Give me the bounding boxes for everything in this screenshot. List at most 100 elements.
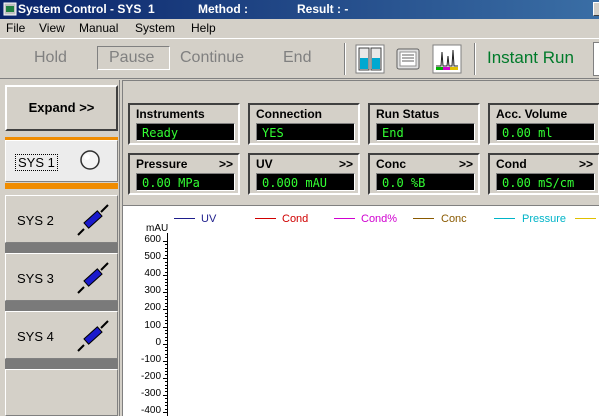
y-minor-tick	[165, 295, 167, 297]
end-button[interactable]: End	[283, 49, 311, 67]
y-minor-tick	[165, 319, 167, 321]
syringe-icon	[77, 320, 109, 352]
legend-line-cond-pct	[334, 218, 355, 219]
toolbar-separator	[474, 43, 476, 75]
system-row-sys3[interactable]: SYS 3	[5, 253, 118, 301]
y-tick-label: -300	[140, 387, 161, 399]
title-bar: System Control - SYS 1 Method : Result :…	[0, 0, 599, 19]
pressure-label: Pressure	[136, 157, 188, 171]
app-icon	[3, 2, 17, 16]
method-label: Method :	[198, 2, 248, 16]
y-minor-tick	[165, 336, 167, 338]
y-tick-label: 100	[144, 319, 161, 331]
empty-system-slot	[5, 369, 118, 416]
instant-run-button[interactable]: Instant Run	[487, 48, 574, 68]
y-minor-tick	[165, 370, 167, 372]
system-label: SYS 1	[15, 154, 58, 171]
window-control-button[interactable]	[593, 2, 599, 16]
uv-label: UV	[256, 157, 273, 171]
syringe-icon	[77, 262, 109, 294]
column-view-icon[interactable]	[355, 44, 385, 74]
y-tick-mark	[163, 343, 167, 345]
uv-expand-arrow[interactable]: >>	[339, 157, 353, 171]
result-label: Result : -	[297, 2, 349, 16]
y-tick-mark	[163, 292, 167, 294]
instruments-label: Instruments	[136, 107, 205, 121]
y-minor-tick	[165, 316, 167, 318]
y-tick-label: 200	[144, 302, 161, 314]
cond-label: Cond	[496, 157, 527, 171]
hold-button[interactable]: Hold	[34, 49, 67, 67]
legend-cond: Cond	[282, 213, 309, 225]
cond-status[interactable]: Cond >> 0.00 mS/cm	[488, 153, 599, 195]
conc-expand-arrow[interactable]: >>	[459, 157, 473, 171]
y-tick-label: -200	[140, 370, 161, 382]
acc-volume-value: 0.00 ml	[496, 123, 595, 141]
y-tick-label: 300	[144, 285, 161, 297]
y-minor-tick	[165, 244, 167, 246]
y-tick-mark	[163, 360, 167, 362]
y-tick-label: 600	[144, 234, 161, 245]
system-row-sys4[interactable]: SYS 4	[5, 311, 118, 359]
y-minor-tick	[165, 401, 167, 403]
pause-button[interactable]: Pause	[97, 46, 170, 70]
y-tick-mark	[163, 309, 167, 311]
connection-label: Connection	[256, 107, 322, 121]
pressure-expand-arrow[interactable]: >>	[219, 157, 233, 171]
legend-pressure: Pressure	[522, 213, 567, 225]
chromatogram-chart[interactable]: UV Cond Cond% Conc Pressure mAU 600 500 40…	[122, 205, 599, 416]
legend-line-conc	[413, 218, 434, 219]
y-minor-tick	[165, 347, 167, 349]
y-axis	[167, 233, 168, 416]
pressure-status[interactable]: Pressure >> 0.00 MPa	[128, 153, 240, 195]
divider	[5, 301, 118, 311]
window-title: System Control - SYS 1	[18, 2, 155, 16]
y-minor-tick	[165, 264, 167, 266]
system-row-sys2[interactable]: SYS 2	[5, 195, 118, 243]
chromatogram-icon[interactable]	[432, 44, 462, 74]
menu-help[interactable]: Help	[191, 21, 216, 35]
system-panel: Expand >> SYS 1 SYS 2 SYS 3 SYS 4	[0, 80, 120, 416]
y-tick-mark	[163, 377, 167, 379]
y-minor-tick	[165, 247, 167, 249]
y-minor-tick	[165, 367, 167, 369]
document-icon[interactable]	[393, 44, 423, 74]
cond-expand-arrow[interactable]: >>	[579, 157, 593, 171]
legend-line-pressure	[494, 218, 515, 219]
legend-conc: Conc	[441, 213, 467, 225]
system-row-sys1[interactable]: SYS 1	[5, 140, 118, 182]
conc-value: 0.0 %B	[376, 173, 475, 191]
menu-system[interactable]: System	[135, 21, 175, 35]
expand-button[interactable]: Expand >>	[5, 85, 118, 131]
y-tick-label: 0	[155, 336, 161, 348]
system-label: SYS 4	[17, 329, 54, 344]
menu-view[interactable]: View	[39, 21, 65, 35]
y-minor-tick	[165, 405, 167, 407]
y-minor-tick	[165, 251, 167, 253]
run-status-value: End	[376, 123, 475, 141]
system-label: SYS 2	[17, 213, 54, 228]
legend-cond-pct: Cond%	[361, 213, 398, 225]
y-minor-tick	[165, 268, 167, 270]
y-minor-tick	[165, 350, 167, 352]
cond-value: 0.00 mS/cm	[496, 173, 595, 191]
y-minor-tick	[165, 381, 167, 383]
y-minor-tick	[165, 254, 167, 256]
run-status-label: Run Status	[376, 107, 440, 121]
divider	[5, 359, 118, 369]
y-tick-label: -400	[140, 405, 161, 416]
continue-button[interactable]: Continue	[180, 49, 244, 67]
y-minor-tick	[165, 388, 167, 390]
conc-status[interactable]: Conc >> 0.0 %B	[368, 153, 480, 195]
legend-line-cond	[255, 218, 276, 219]
menu-manual[interactable]: Manual	[79, 21, 118, 35]
y-minor-tick	[165, 302, 167, 304]
uv-status[interactable]: UV >> 0.000 mAU	[248, 153, 360, 195]
menu-file[interactable]: File	[6, 21, 25, 35]
y-tick-label: 500	[144, 251, 161, 263]
y-minor-tick	[165, 278, 167, 280]
instruments-status: Instruments Ready	[128, 103, 240, 145]
run-status: Run Status End	[368, 103, 480, 145]
y-minor-tick	[165, 353, 167, 355]
syringe-icon	[77, 204, 109, 236]
